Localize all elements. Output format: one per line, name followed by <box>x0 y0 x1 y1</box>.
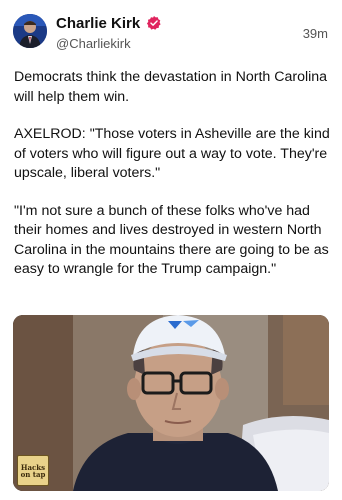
post-paragraph: Democrats think the devastation in North… <box>14 69 328 105</box>
post-paragraph: AXELROD: "Those voters in Asheville are … <box>14 126 330 181</box>
verified-badge-icon <box>147 16 161 30</box>
post-timestamp: 39m <box>302 26 328 41</box>
logo-line2: on tap <box>20 469 46 479</box>
author-avatar[interactable] <box>13 14 47 48</box>
avatar-photo-icon <box>13 14 47 48</box>
author-handle[interactable]: @Charliekirk <box>56 36 131 51</box>
hacks-on-tap-logo: Hacks on tap <box>17 455 49 486</box>
author-name-row: Charlie Kirk <box>56 13 162 33</box>
author-display-name[interactable]: Charlie Kirk <box>56 15 140 32</box>
post-paragraph: "I'm not sure a bunch of these folks who… <box>14 202 329 278</box>
post-header: Charlie Kirk @Charliekirk 39m <box>0 0 342 62</box>
video-still-image <box>13 315 329 491</box>
post-video[interactable]: Hacks on tap <box>13 315 329 491</box>
post-body: Democrats think the devastation in North… <box>14 68 332 298</box>
